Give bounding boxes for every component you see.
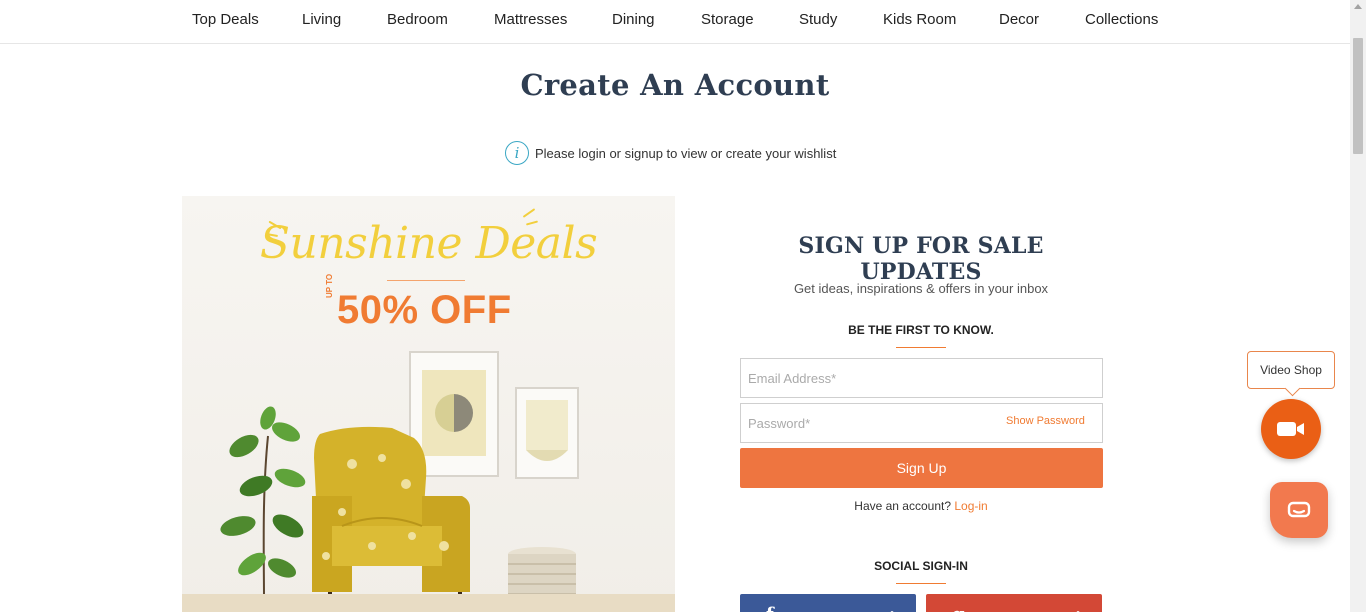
wishlist-info-message: i Please login or signup to view or crea… <box>505 140 836 166</box>
scroll-thumb[interactable] <box>1353 38 1363 154</box>
nav-living[interactable]: Living <box>302 11 341 28</box>
nav-decor[interactable]: Decor <box>999 11 1039 28</box>
scroll-up-arrow-icon[interactable] <box>1354 4 1362 9</box>
signup-heading: SIGN UP FOR SALE UPDATES <box>798 233 1044 285</box>
sign-up-button[interactable]: Sign Up <box>740 448 1103 488</box>
video-shop-button[interactable] <box>1261 399 1321 459</box>
nav-collections[interactable]: Collections <box>1085 11 1158 28</box>
nav-mattresses[interactable]: Mattresses <box>494 11 567 28</box>
facebook-icon: f <box>766 604 774 612</box>
promo-banner[interactable]: Sunshine Deals UP TO 50% OFF <box>182 196 675 612</box>
google-icon: g <box>952 604 965 612</box>
chat-bubble-icon <box>1287 501 1311 518</box>
chevron-right-icon: › <box>1076 604 1082 612</box>
login-link[interactable]: Log-in <box>954 499 987 513</box>
signup-tagline: BE THE FIRST TO KNOW. <box>848 323 994 337</box>
chevron-right-icon: › <box>890 604 896 612</box>
video-shop-tooltip[interactable]: Video Shop <box>1247 351 1335 389</box>
armchair-room-illustration <box>220 351 579 612</box>
nav-bedroom[interactable]: Bedroom <box>387 11 448 28</box>
nav-dining[interactable]: Dining <box>612 11 655 28</box>
signup-subtext: Get ideas, inspirations & offers in your… <box>793 281 1049 296</box>
social-signin-title: SOCIAL SIGN-IN <box>874 559 968 573</box>
google-signin-button[interactable]: g › <box>926 594 1102 612</box>
social-underline <box>896 583 946 584</box>
info-text: Please login or signup to view or create… <box>535 145 837 161</box>
show-password-toggle[interactable]: Show Password <box>1006 415 1085 427</box>
nav-top-deals[interactable]: Top Deals <box>192 11 259 28</box>
video-shop-label: Video Shop <box>1260 363 1322 377</box>
email-field[interactable] <box>740 358 1103 398</box>
chat-button[interactable] <box>1270 482 1328 538</box>
floor-decoration <box>182 594 675 612</box>
tagline-underline <box>896 347 946 348</box>
info-icon: i <box>505 141 529 165</box>
video-camera-icon <box>1277 422 1304 436</box>
page-scrollbar[interactable] <box>1350 0 1366 612</box>
nav-kids-room[interactable]: Kids Room <box>883 11 956 28</box>
have-account-text: Have an account? <box>854 499 952 513</box>
have-account-line: Have an account? Log-in <box>740 499 1102 513</box>
top-navigation: Top Deals Living Bedroom Mattresses Dini… <box>0 0 1350 44</box>
nav-study[interactable]: Study <box>799 11 837 28</box>
facebook-signin-button[interactable]: f › <box>740 594 916 612</box>
page-title: Create An Account <box>520 68 830 102</box>
nav-storage[interactable]: Storage <box>701 11 754 28</box>
